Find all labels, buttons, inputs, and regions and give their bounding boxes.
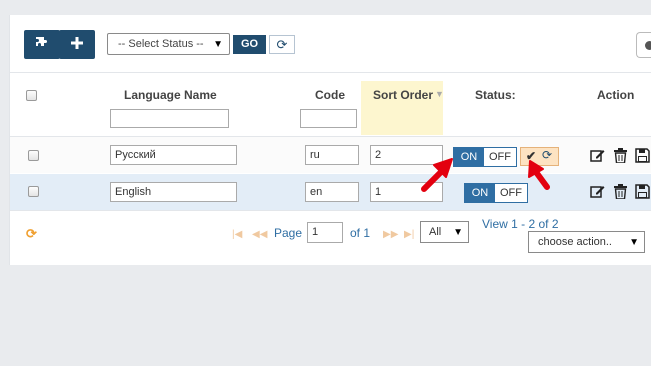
save-icon[interactable] [635, 148, 650, 163]
language-name-field[interactable]: English [110, 182, 237, 202]
page-count: of 1 [350, 226, 371, 240]
header-language-name[interactable]: Language Name [124, 88, 217, 102]
filter-language-name[interactable] [110, 109, 229, 128]
status-on[interactable]: ON [465, 184, 495, 202]
page-label: Page [274, 226, 303, 240]
status-off[interactable]: OFF [495, 184, 527, 202]
next-page-icon[interactable]: ▶▶ [383, 229, 398, 240]
toolbar-divider [10, 72, 651, 73]
puzzle-icon [35, 36, 49, 53]
gear-icon [645, 41, 651, 50]
header-sort-order[interactable]: Sort Order [373, 88, 433, 102]
delete-icon[interactable] [613, 148, 628, 163]
delete-icon[interactable] [613, 184, 628, 199]
chevron-down-icon: ▼ [453, 227, 463, 238]
header-action: Action [597, 88, 635, 102]
options-button[interactable] [636, 32, 651, 58]
refresh-button[interactable]: ⟳ [269, 35, 295, 54]
chevron-down-icon: ▼ [213, 39, 223, 50]
languages-panel: -- Select Status -- ▼ GO ⟳ Language Name… [9, 15, 651, 265]
save-icon[interactable] [635, 184, 650, 199]
per-page-value: All [429, 226, 442, 238]
choose-action-value: choose action.. [538, 236, 612, 248]
chevron-down-icon: ▼ [629, 237, 639, 248]
edit-icon[interactable] [590, 148, 605, 163]
go-button[interactable]: GO [233, 35, 266, 54]
code-field[interactable]: en [305, 182, 359, 202]
prev-page-icon[interactable]: ◀◀ [252, 229, 267, 240]
row-checkbox[interactable] [28, 186, 39, 197]
arrow-annotation-on [421, 158, 453, 192]
plus-icon [71, 37, 83, 52]
row-checkbox[interactable] [28, 150, 39, 161]
header-code[interactable]: Code [315, 88, 345, 102]
filter-code[interactable] [300, 109, 357, 128]
reload-icon[interactable]: ⟳ [26, 226, 37, 242]
sort-desc-icon: ▼ [435, 89, 444, 99]
refresh-icon: ⟳ [276, 37, 288, 52]
header-status: Status: [475, 88, 516, 102]
table-bottom-divider [10, 210, 651, 211]
first-page-icon[interactable]: |◀ [232, 229, 242, 240]
status-select[interactable]: -- Select Status -- ▼ [107, 33, 230, 55]
page-input[interactable]: 1 [307, 222, 343, 243]
select-all-checkbox[interactable] [26, 90, 37, 101]
per-page-select[interactable]: All ▼ [420, 221, 469, 243]
last-page-icon[interactable]: ▶| [404, 229, 414, 240]
view-range: View 1 - 2 of 2 [482, 217, 559, 231]
add-language-button[interactable] [59, 30, 95, 59]
code-field[interactable]: ru [305, 145, 359, 165]
status-select-value: -- Select Status -- [118, 38, 204, 50]
arrow-annotation-save [528, 160, 550, 190]
status-toggle[interactable]: ON OFF [453, 147, 517, 167]
edit-icon[interactable] [590, 184, 605, 199]
plugins-button[interactable] [24, 30, 60, 59]
language-name-field[interactable]: Русский [110, 145, 237, 165]
status-toggle[interactable]: ON OFF [464, 183, 528, 203]
status-on[interactable]: ON [454, 148, 484, 166]
choose-action-select[interactable]: choose action.. ▼ [528, 231, 645, 253]
status-off[interactable]: OFF [484, 148, 516, 166]
